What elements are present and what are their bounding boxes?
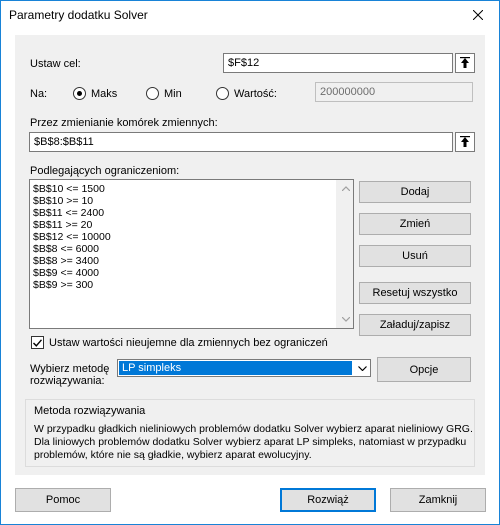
constraint-item[interactable]: $B$9 <= 4000 [30, 267, 353, 279]
radio-value-label: Wartość: [234, 88, 277, 100]
load-save-button[interactable]: Załaduj/zapisz [359, 314, 471, 336]
method-description-line1: W przypadku gładkich nieliniowych proble… [34, 423, 473, 435]
objective-input[interactable]: $F$12 [223, 53, 453, 73]
radio-min[interactable] [146, 87, 159, 100]
to-label: Na: [30, 88, 48, 100]
method-select[interactable]: LP simpleks [117, 359, 371, 377]
method-description-line2: Dla liniowych problemów dodatku Solver w… [34, 436, 467, 448]
constraint-item[interactable]: $B$11 >= 20 [30, 219, 353, 231]
method-label-line1: Wybierz metodę [30, 363, 110, 375]
variables-collapse-button[interactable] [455, 132, 475, 152]
constraint-item[interactable]: $B$11 <= 2400 [30, 207, 353, 219]
options-button[interactable]: Opcje [377, 357, 471, 382]
window-title: Parametry dodatku Solver [9, 8, 148, 22]
radio-min-label: Min [164, 88, 182, 100]
constraints-label: Podlegających ograniczeniom: [30, 165, 180, 177]
chevron-down-icon [357, 365, 367, 371]
solve-button-label: Rozwiąż [307, 494, 349, 506]
constraint-item[interactable]: $B$9 >= 300 [30, 279, 353, 291]
delete-button-label: Usuń [402, 250, 428, 262]
scroll-down-button[interactable] [337, 311, 353, 328]
radio-max-label: Maks [91, 88, 118, 100]
constraint-item[interactable]: $B$10 <= 1500 [30, 183, 353, 195]
change-button-label: Zmień [399, 218, 431, 230]
constraints-scrollbar[interactable] [336, 180, 353, 328]
reset-all-button[interactable]: Resetuj wszystko [359, 282, 471, 304]
close-button[interactable] [457, 1, 499, 29]
close-dialog-button-label: Zamknij [418, 494, 458, 506]
method-select-arrow[interactable] [353, 360, 370, 376]
load-save-button-label: Załaduj/zapisz [379, 319, 451, 331]
radio-max[interactable] [73, 87, 86, 100]
value-of-input[interactable]: 200000000 [315, 82, 473, 102]
scroll-up-icon [341, 186, 350, 191]
radio-value[interactable] [216, 87, 229, 100]
solver-dialog: Parametry dodatku Solver Ustaw cel: $F$1… [0, 0, 500, 525]
constraint-item[interactable]: $B$8 >= 3400 [30, 255, 353, 267]
collapse-dialog-icon [460, 136, 470, 147]
variables-input[interactable]: $B$8:$B$11 [29, 132, 453, 152]
close-dialog-button[interactable]: Zamknij [390, 488, 486, 512]
delete-button[interactable]: Usuń [359, 245, 471, 267]
reset-all-button-label: Resetuj wszystko [372, 287, 458, 299]
constraint-item[interactable]: $B$10 >= 10 [30, 195, 353, 207]
method-description-line3: problemów, które nie są gładkie, wybierz… [34, 449, 312, 461]
help-button[interactable]: Pomoc [15, 488, 111, 512]
constraints-items: $B$10 <= 1500 $B$10 >= 10 $B$11 <= 2400 … [30, 180, 353, 291]
add-button-label: Dodaj [400, 186, 430, 198]
constraints-list[interactable]: $B$10 <= 1500 $B$10 >= 10 $B$11 <= 2400 … [29, 179, 354, 329]
options-button-label: Opcje [409, 363, 439, 376]
constraint-item[interactable]: $B$12 <= 10000 [30, 231, 353, 243]
checkmark-icon [33, 338, 42, 347]
close-icon [473, 10, 483, 20]
method-description-box: Metoda rozwiązywania W przypadku gładkic… [25, 399, 475, 467]
nonnegative-label: Ustaw wartości nieujemne dla zmiennych b… [49, 337, 328, 349]
scroll-up-button[interactable] [337, 180, 353, 197]
collapse-dialog-icon [460, 57, 470, 68]
add-button[interactable]: Dodaj [359, 181, 471, 203]
nonnegative-checkbox[interactable] [31, 336, 44, 349]
change-button[interactable]: Zmień [359, 213, 471, 235]
method-description-title: Metoda rozwiązywania [34, 405, 146, 417]
help-button-label: Pomoc [45, 494, 81, 506]
variables-label: Przez zmienianie komórek zmiennych: [30, 117, 218, 129]
solve-button[interactable]: Rozwiąż [280, 488, 376, 512]
objective-label: Ustaw cel: [30, 58, 81, 70]
scroll-down-icon [341, 317, 350, 322]
constraint-item[interactable]: $B$8 <= 6000 [30, 243, 353, 255]
method-select-value: LP simpleks [119, 361, 352, 375]
dialog-body: Ustaw cel: $F$12 Na: Maks Min Wartość: 2… [15, 35, 485, 475]
title-bar: Parametry dodatku Solver [1, 1, 499, 29]
objective-collapse-button[interactable] [455, 53, 475, 73]
method-label-line2: rozwiązywania: [30, 375, 105, 387]
